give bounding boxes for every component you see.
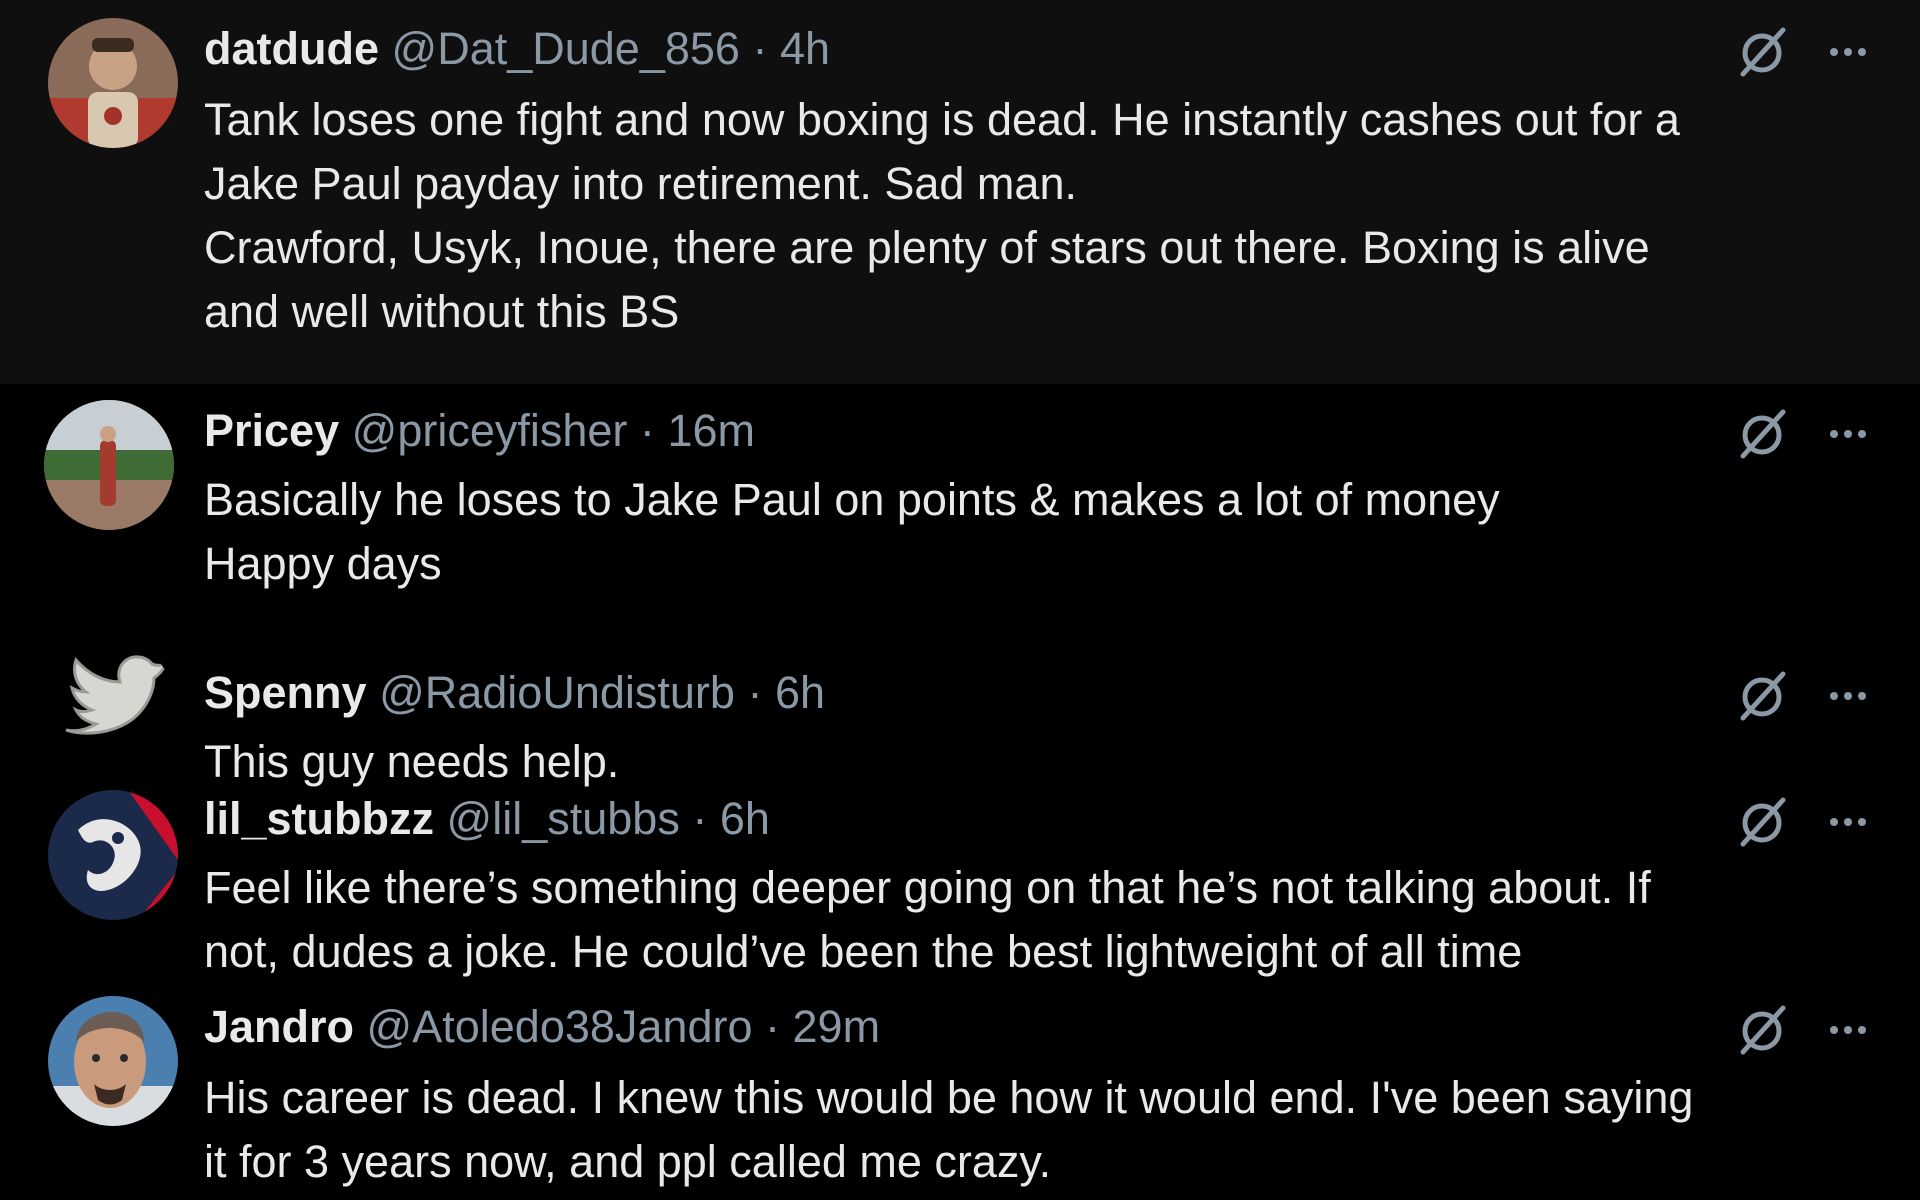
tweet-text: Basically he loses to Jake Paul on point… xyxy=(204,468,1844,596)
tweet-header: Jandro @Atoledo38Jandro · 29m xyxy=(204,1000,880,1054)
tweet-text: Feel like there’s something deeper going… xyxy=(204,856,1844,984)
separator-dot: · xyxy=(692,793,708,844)
grok-icon[interactable] xyxy=(1735,1002,1791,1058)
avatar[interactable] xyxy=(44,638,174,768)
timestamp[interactable]: 4h xyxy=(780,23,830,74)
tweet-header: Pricey @priceyfisher · 16m xyxy=(204,404,755,458)
tweet-text: His career is dead. I knew this would be… xyxy=(204,1066,1844,1194)
logo-avatar-icon xyxy=(48,790,178,920)
tweet-header: Spenny @RadioUndisturb · 6h xyxy=(204,666,825,720)
tweet[interactable]: Spenny @RadioUndisturb · 6h This guy nee… xyxy=(0,638,1920,787)
username[interactable]: @Atoledo38Jandro xyxy=(367,1001,753,1052)
tweet-text-line: His career is dead. I knew this would be… xyxy=(204,1072,1694,1123)
avatar[interactable] xyxy=(48,18,178,148)
tweet-header: datdude @Dat_Dude_856 · 4h xyxy=(204,22,830,76)
timestamp[interactable]: 29m xyxy=(793,1001,881,1052)
grok-icon[interactable] xyxy=(1735,794,1791,850)
tweet[interactable]: Jandro @Atoledo38Jandro · 29m His career… xyxy=(0,976,1920,1200)
more-options-icon[interactable] xyxy=(1820,668,1876,724)
grok-icon[interactable] xyxy=(1735,406,1791,462)
tweet-header: lil_stubbzz @lil_stubbs · 6h xyxy=(204,792,770,846)
display-name[interactable]: datdude xyxy=(204,23,379,74)
tweet-text-line: and well without this BS xyxy=(204,286,680,337)
more-options-icon[interactable] xyxy=(1820,24,1876,80)
tweet-text: Tank loses one fight and now boxing is d… xyxy=(204,88,1844,344)
avatar[interactable] xyxy=(48,790,178,920)
more-options-icon[interactable] xyxy=(1820,1002,1876,1058)
display-name[interactable]: Pricey xyxy=(204,405,339,456)
separator-dot: · xyxy=(752,23,768,74)
separator-dot: · xyxy=(765,1001,781,1052)
avatar[interactable] xyxy=(44,400,174,530)
tweet[interactable]: Pricey @priceyfisher · 16m Basically he … xyxy=(0,384,1920,638)
username[interactable]: @RadioUndisturb xyxy=(379,667,735,718)
grok-icon[interactable] xyxy=(1735,668,1791,724)
tweet-text-line: Jake Paul payday into retirement. Sad ma… xyxy=(204,158,1077,209)
tweet-text-line: Basically he loses to Jake Paul on point… xyxy=(204,474,1500,525)
timestamp[interactable]: 6h xyxy=(775,667,825,718)
display-name[interactable]: lil_stubbzz xyxy=(204,793,434,844)
more-options-icon[interactable] xyxy=(1820,406,1876,462)
separator-dot: · xyxy=(747,667,763,718)
tweet-text-line: Feel like there’s something deeper going… xyxy=(204,862,1651,913)
display-name[interactable]: Spenny xyxy=(204,667,367,718)
tweet-text-line: not, dudes a joke. He could’ve been the … xyxy=(204,926,1523,977)
tweet-text-line: This guy needs help. xyxy=(204,736,620,787)
profile-photo-avatar-icon xyxy=(48,18,178,148)
display-name[interactable]: Jandro xyxy=(204,1001,354,1052)
tweet-text-line: it for 3 years now, and ppl called me cr… xyxy=(204,1136,1052,1187)
tweet-text-line: Tank loses one fight and now boxing is d… xyxy=(204,94,1680,145)
username[interactable]: @Dat_Dude_856 xyxy=(392,23,740,74)
tweet-text-line: Happy days xyxy=(204,538,442,589)
username[interactable]: @priceyfisher xyxy=(352,405,628,456)
reply-feed: datdude @Dat_Dude_856 · 4h Tank loses on… xyxy=(0,0,1920,1200)
more-options-icon[interactable] xyxy=(1820,794,1876,850)
tweet[interactable]: datdude @Dat_Dude_856 · 4h Tank loses on… xyxy=(0,0,1920,384)
tweet-text: This guy needs help. xyxy=(204,730,1844,794)
bird-logo-avatar-icon xyxy=(44,638,174,768)
profile-photo-avatar-icon xyxy=(44,400,174,530)
tweet-text-line: Crawford, Usyk, Inoue, there are plenty … xyxy=(204,222,1650,273)
avatar[interactable] xyxy=(48,996,178,1126)
username[interactable]: @lil_stubbs xyxy=(447,793,680,844)
timestamp[interactable]: 6h xyxy=(720,793,770,844)
grok-icon[interactable] xyxy=(1735,24,1791,80)
timestamp[interactable]: 16m xyxy=(667,405,755,456)
profile-photo-avatar-icon xyxy=(48,996,178,1126)
separator-dot: · xyxy=(639,405,655,456)
tweet[interactable]: lil_stubbzz @lil_stubbs · 6h Feel like t… xyxy=(0,786,1920,977)
